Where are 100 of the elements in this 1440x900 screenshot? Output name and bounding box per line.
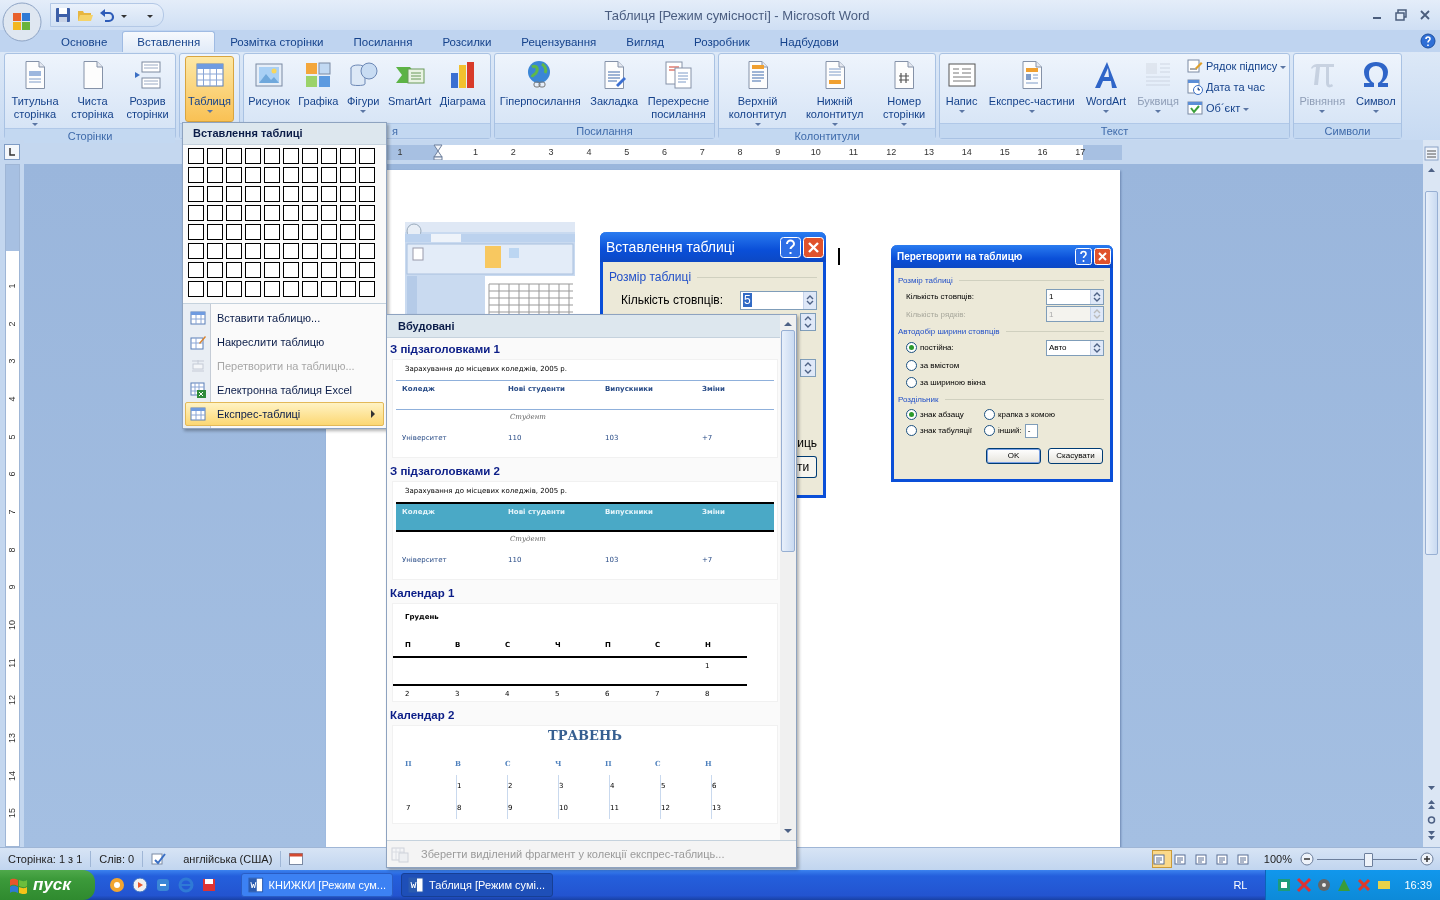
table-grid-cell[interactable] bbox=[283, 167, 299, 183]
table-grid-cell[interactable] bbox=[340, 148, 356, 164]
table-grid-cell[interactable] bbox=[359, 243, 375, 259]
table-grid-cell[interactable] bbox=[226, 224, 242, 240]
taskbar-button[interactable]: КНИЖКИ [Режим сум... bbox=[241, 873, 393, 897]
table-grid-cell[interactable] bbox=[359, 262, 375, 278]
table-grid-cell[interactable] bbox=[207, 148, 223, 164]
macro-icon[interactable] bbox=[289, 853, 304, 865]
ribbon-button[interactable]: Перехресне посилання bbox=[644, 56, 713, 123]
table-grid-cell[interactable] bbox=[226, 186, 242, 202]
spell-check-icon[interactable] bbox=[151, 852, 168, 866]
table-grid-cell[interactable] bbox=[359, 281, 375, 297]
table-grid-cell[interactable] bbox=[188, 205, 204, 221]
scrollbar-thumb[interactable] bbox=[1425, 191, 1438, 555]
radio-button[interactable] bbox=[906, 425, 917, 436]
table-grid-cell[interactable] bbox=[226, 281, 242, 297]
table-grid-cell[interactable] bbox=[321, 148, 337, 164]
table-grid-cell[interactable] bbox=[188, 262, 204, 278]
ribbon-tab[interactable]: Розсилки bbox=[427, 31, 507, 52]
table-grid-cell[interactable] bbox=[302, 205, 318, 221]
language-indicator[interactable]: RL bbox=[1233, 879, 1248, 891]
number-field[interactable]: 5 bbox=[740, 290, 817, 310]
table-grid-cell[interactable] bbox=[340, 224, 356, 240]
table-grid-cell[interactable] bbox=[226, 243, 242, 259]
radio-button[interactable] bbox=[906, 408, 917, 420]
table-grid-cell[interactable] bbox=[226, 262, 242, 278]
table-grid-cell[interactable] bbox=[207, 186, 223, 202]
ribbon-button[interactable]: Нижній колонтитул bbox=[802, 56, 867, 128]
ribbon-tab[interactable]: Рецензування bbox=[506, 31, 612, 52]
table-grid-cell[interactable] bbox=[264, 167, 280, 183]
table-grid-cell[interactable] bbox=[264, 262, 280, 278]
table-grid-cell[interactable] bbox=[283, 243, 299, 259]
table-grid-cell[interactable] bbox=[207, 205, 223, 221]
table-grid-cell[interactable] bbox=[321, 262, 337, 278]
ribbon-button[interactable]: Номер сторінки bbox=[880, 56, 929, 128]
ruler-toggle-icon[interactable] bbox=[1424, 146, 1439, 161]
ribbon-tab[interactable]: Розмітка сторінки bbox=[215, 31, 339, 52]
ribbon-tab[interactable]: Надбудови bbox=[764, 31, 854, 52]
table-grid-cell[interactable] bbox=[207, 243, 223, 259]
close-icon[interactable] bbox=[1094, 248, 1111, 265]
table-grid-cell[interactable] bbox=[264, 186, 280, 202]
ribbon-button[interactable]: Чиста сторінка bbox=[68, 56, 117, 123]
table-grid-cell[interactable] bbox=[321, 281, 337, 297]
table-grid-cell[interactable] bbox=[302, 243, 318, 259]
table-grid-cell[interactable] bbox=[188, 148, 204, 164]
table-grid-cell[interactable] bbox=[188, 224, 204, 240]
ribbon-button[interactable]: Верхній колонтитул bbox=[725, 56, 790, 128]
number-field[interactable]: Авто bbox=[1046, 339, 1104, 356]
view-button[interactable] bbox=[1151, 850, 1172, 868]
table-grid-cell[interactable] bbox=[302, 281, 318, 297]
table-grid-cell[interactable] bbox=[207, 224, 223, 240]
undo-icon[interactable] bbox=[99, 7, 115, 23]
radio-button[interactable] bbox=[906, 359, 917, 371]
ribbon-tab[interactable]: Посилання bbox=[338, 31, 428, 52]
ribbon-tab[interactable]: Основне bbox=[46, 31, 123, 52]
table-grid-cell[interactable] bbox=[245, 148, 261, 164]
spinner-icon[interactable] bbox=[1090, 289, 1103, 304]
table-grid-cell[interactable] bbox=[264, 281, 280, 297]
table-grid-cell[interactable] bbox=[207, 281, 223, 297]
spinner-icon[interactable] bbox=[1090, 340, 1103, 355]
table-grid-cell[interactable] bbox=[340, 243, 356, 259]
table-grid-cell[interactable] bbox=[226, 148, 242, 164]
table-grid-cell[interactable] bbox=[302, 148, 318, 164]
table-grid-cell[interactable] bbox=[302, 167, 318, 183]
table-grid-cell[interactable] bbox=[321, 224, 337, 240]
table-grid-cell[interactable] bbox=[321, 167, 337, 183]
table-grid-cell[interactable] bbox=[283, 224, 299, 240]
ribbon-button[interactable]: Закладка bbox=[587, 56, 642, 122]
tray-icon[interactable] bbox=[1276, 877, 1293, 893]
table-grid-cell[interactable] bbox=[188, 167, 204, 183]
ribbon-button[interactable]: Фігури bbox=[343, 56, 383, 122]
ribbon-button[interactable]: Розрив сторінки bbox=[123, 56, 172, 123]
table-grid-cell[interactable] bbox=[283, 148, 299, 164]
ribbon-button[interactable]: Об´єкт bbox=[1187, 100, 1287, 116]
zoom-slider-thumb[interactable] bbox=[1364, 852, 1373, 867]
scrollbar-thumb[interactable] bbox=[781, 330, 795, 552]
table-grid-cell[interactable] bbox=[340, 205, 356, 221]
table-grid-cell[interactable] bbox=[283, 281, 299, 297]
ribbon-button[interactable]: Титульна сторінка bbox=[8, 56, 62, 128]
table-grid-cell[interactable] bbox=[245, 262, 261, 278]
table-grid-cell[interactable] bbox=[245, 205, 261, 221]
table-grid-cell[interactable] bbox=[207, 262, 223, 278]
table-grid-cell[interactable] bbox=[245, 224, 261, 240]
table-grid-cell[interactable] bbox=[302, 224, 318, 240]
table-grid-cell[interactable] bbox=[340, 281, 356, 297]
start-button[interactable]: пуск bbox=[0, 870, 95, 900]
zoom-out-button[interactable] bbox=[1300, 852, 1314, 866]
menu-item[interactable]: Накреслити таблицю bbox=[185, 330, 384, 354]
table-grid-cell[interactable] bbox=[283, 186, 299, 202]
taskbar-button[interactable]: Таблиця [Режим сумі... bbox=[401, 873, 553, 897]
office-button[interactable] bbox=[2, 2, 42, 42]
table-grid-cell[interactable] bbox=[302, 262, 318, 278]
ribbon-button[interactable]: Гіперпосилання bbox=[496, 56, 584, 122]
table-grid-cell[interactable] bbox=[302, 186, 318, 202]
table-grid-cell[interactable] bbox=[245, 167, 261, 183]
table-grid-cell[interactable] bbox=[340, 262, 356, 278]
table-grid-cell[interactable] bbox=[188, 186, 204, 202]
table-grid-cell[interactable] bbox=[245, 186, 261, 202]
menu-item[interactable]: Електронна таблиця Excel bbox=[185, 378, 384, 402]
table-grid-cell[interactable] bbox=[188, 243, 204, 259]
